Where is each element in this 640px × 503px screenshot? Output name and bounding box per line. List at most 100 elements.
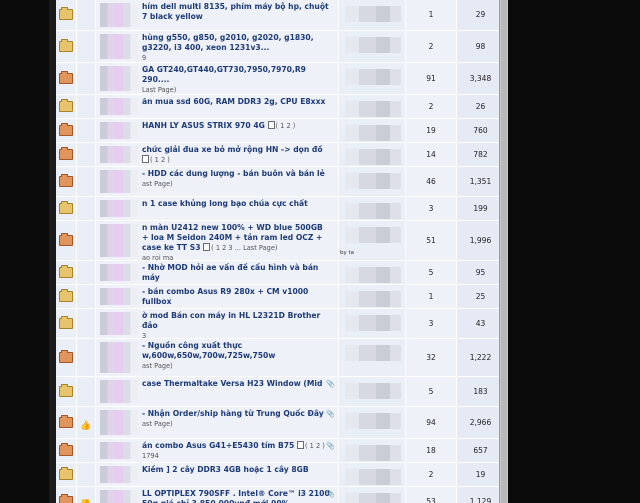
thread-pages[interactable]: ( 1 2 ) xyxy=(150,156,170,164)
thread-title-cell: - Nguồn công xuất thực w,600w,650w,700w,… xyxy=(95,338,339,377)
views-cell: 2,966 xyxy=(456,406,499,439)
last-post-info xyxy=(345,492,401,503)
thread-title-link[interactable]: - bán combo Asus R9 280x + CM v1000 full… xyxy=(142,287,308,306)
views-cell: 3,348 xyxy=(456,62,499,95)
thread-rating-cell xyxy=(76,438,96,463)
thread-row[interactable]: Kiềm ] 2 cây DDR3 4GB hoặc 1 cây 8GB 2 19 xyxy=(56,462,499,487)
views-cell: 760 xyxy=(456,118,499,143)
thread-list: hím dell multi 8135, phím máy bộ hp, chu… xyxy=(56,0,499,503)
thread-row[interactable]: HANH LY ASUS STRIX 970 4G ( 1 2 ) 19 760 xyxy=(56,118,499,143)
thread-rating-cell xyxy=(76,94,96,119)
thread-thumbnail xyxy=(100,3,138,27)
thread-row[interactable]: n 1 case khủng long bạo chúa cực chất 3 19… xyxy=(56,196,499,221)
thread-title-link[interactable]: hím dell multi 8135, phím máy bộ hp, chu… xyxy=(142,2,329,21)
replies-cell: 3 xyxy=(405,196,457,221)
thread-title-link[interactable]: Kiềm ] 2 cây DDR3 4GB hoặc 1 cây 8GB xyxy=(142,465,309,474)
thread-row[interactable]: - Nhờ MOD hỏi ae vấn đề cấu hình và bán … xyxy=(56,260,499,285)
thread-status-cell xyxy=(56,196,77,221)
last-post-info xyxy=(345,412,401,429)
last-post-info xyxy=(345,36,401,53)
views-cell: 1,351 xyxy=(456,166,499,197)
thread-subline: ast Page) xyxy=(142,419,173,428)
last-post-cell xyxy=(338,260,406,285)
replies-cell: 5 xyxy=(405,260,457,285)
thread-row[interactable]: - bán combo Asus R9 280x + CM v1000 full… xyxy=(56,284,499,316)
last-post-cell xyxy=(338,0,406,31)
folder-icon xyxy=(59,383,73,397)
thread-title-link[interactable]: - Nhờ MOD hỏi ae vấn đề cấu hình và bán … xyxy=(142,263,318,282)
thread-title-link[interactable]: GA GT240,GT440,GT730,7950,7970,R9 290...… xyxy=(142,65,306,84)
thread-row[interactable]: case Thermaltake Versa H23 Window (Mid 📎 5… xyxy=(56,376,499,407)
thread-subline: ast Page) xyxy=(142,179,173,188)
thread-title-cell: ăn mua ssd 60G, RAM DDR3 2g, CPU E8xxx xyxy=(95,94,339,119)
hot-folder-icon xyxy=(59,349,73,363)
thread-title-cell: n màn U2412 new 100% + WD blue 500GB + l… xyxy=(95,220,339,262)
scrollbar-thumb[interactable] xyxy=(501,0,507,503)
thread-title-cell: LL OPTIPLEX 790SFF . Intel® Core™ i3 210… xyxy=(95,486,339,503)
attachment-icon: 📎 xyxy=(326,409,335,418)
folder-icon xyxy=(59,200,73,214)
thread-pages[interactable]: ( 1 2 ) xyxy=(305,442,325,450)
thread-title-link[interactable]: chức giải đua xe bỏ mở rộng HN -> dọn đồ xyxy=(142,145,323,154)
views-cell: 43 xyxy=(456,308,499,339)
thread-rating-cell xyxy=(76,30,96,63)
thread-title-link[interactable]: - Nguồn công xuất thực w,600w,650w,700w,… xyxy=(142,341,275,360)
thread-title-link[interactable]: n 1 case khủng long bạo chúa cực chất xyxy=(142,199,308,208)
thread-title-link[interactable]: HANH LY ASUS STRIX 970 4G xyxy=(142,121,265,130)
thread-row[interactable]: 👍 - Nhận Order/ship hàng từ Trung Quốc Đâ… xyxy=(56,406,499,439)
thread-title-cell: - Nhận Order/ship hàng từ Trung Quốc Đây… xyxy=(95,406,339,439)
thread-row[interactable]: ờ mod Bán con máy in HL L2321D Brother đ… xyxy=(56,308,499,340)
thread-row[interactable]: hím dell multi 8135, phím máy bộ hp, chu… xyxy=(56,0,499,31)
thread-rating-cell xyxy=(76,62,96,95)
thread-row[interactable]: n màn U2412 new 100% + WD blue 500GB + l… xyxy=(56,220,499,262)
thread-pages[interactable]: ( 1 2 3 ... Last Page) xyxy=(211,244,277,252)
thread-row[interactable]: - Nguồn công xuất thực w,600w,650w,700w,… xyxy=(56,338,499,377)
hot-folder-icon xyxy=(59,173,73,187)
replies-cell: 19 xyxy=(405,118,457,143)
scrollbar[interactable] xyxy=(499,0,508,503)
thread-title-link[interactable]: - HDD các dung lượng - bán buôn và bán l… xyxy=(142,169,325,178)
replies-cell: 46 xyxy=(405,166,457,197)
thread-status-cell xyxy=(56,462,77,487)
last-post-cell xyxy=(338,438,406,463)
thread-row[interactable]: GA GT240,GT440,GT730,7950,7970,R9 290...… xyxy=(56,62,499,95)
folder-icon xyxy=(59,38,73,52)
thread-title-link[interactable]: LL OPTIPLEX 790SFF . Intel® Core™ i3 210… xyxy=(142,489,330,503)
thread-pages[interactable]: ( 1 2 ) xyxy=(276,122,296,130)
last-post-cell xyxy=(338,166,406,197)
views-cell: 25 xyxy=(456,284,499,309)
thread-title-link[interactable]: case Thermaltake Versa H23 Window (Mid xyxy=(142,379,322,388)
thread-status-cell xyxy=(56,338,77,377)
last-post-byline[interactable]: by ta xyxy=(340,250,354,256)
thread-title-cell: - HDD các dung lượng - bán buôn và bán l… xyxy=(95,166,339,197)
thread-row[interactable]: án combo Asus G41+E5430 tím B75 ( 1 2 ) 1… xyxy=(56,438,499,463)
replies-cell: 2 xyxy=(405,30,457,63)
thread-row[interactable]: hùng g550, g850, g2010, g2020, g1830, g3… xyxy=(56,30,499,63)
thread-title-cell: HANH LY ASUS STRIX 970 4G ( 1 2 ) xyxy=(95,118,339,143)
last-post-cell xyxy=(338,406,406,439)
thread-title-link[interactable]: - Nhận Order/ship hàng từ Trung Quốc Đây xyxy=(142,409,324,418)
thread-title-link[interactable]: ờ mod Bán con máy in HL L2321D Brother đ… xyxy=(142,311,320,330)
folder-icon xyxy=(59,7,73,21)
thread-row[interactable]: 👎 LL OPTIPLEX 790SFF . Intel® Core™ i3 21… xyxy=(56,486,499,503)
thread-rating-cell xyxy=(76,308,96,339)
thread-row[interactable]: - HDD các dung lượng - bán buôn và bán l… xyxy=(56,166,499,197)
multipage-icon xyxy=(267,120,275,129)
thread-thumbnail xyxy=(100,409,138,435)
thread-status-cell xyxy=(56,260,77,285)
thread-thumbnail xyxy=(100,199,138,217)
thread-row[interactable]: chức giải đua xe bỏ mở rộng HN -> dọn đồ… xyxy=(56,142,499,167)
thread-row[interactable]: ăn mua ssd 60G, RAM DDR3 2g, CPU E8xxx 2 2… xyxy=(56,94,499,119)
thread-status-cell xyxy=(56,406,77,439)
thread-status-cell xyxy=(56,438,77,463)
thread-title-link[interactable]: hùng g550, g850, g2010, g2020, g1830, g3… xyxy=(142,33,314,52)
thread-rating-cell xyxy=(76,142,96,167)
hot-folder-icon xyxy=(59,122,73,136)
left-page-edge xyxy=(49,0,56,503)
views-cell: 199 xyxy=(456,196,499,221)
views-cell: 26 xyxy=(456,94,499,119)
replies-cell: 51 xyxy=(405,220,457,261)
thread-title-link[interactable]: án combo Asus G41+E5430 tím B75 xyxy=(142,441,294,450)
thread-title-link[interactable]: ăn mua ssd 60G, RAM DDR3 2g, CPU E8xxx xyxy=(142,97,325,106)
thread-subline: 1794 xyxy=(142,451,159,460)
